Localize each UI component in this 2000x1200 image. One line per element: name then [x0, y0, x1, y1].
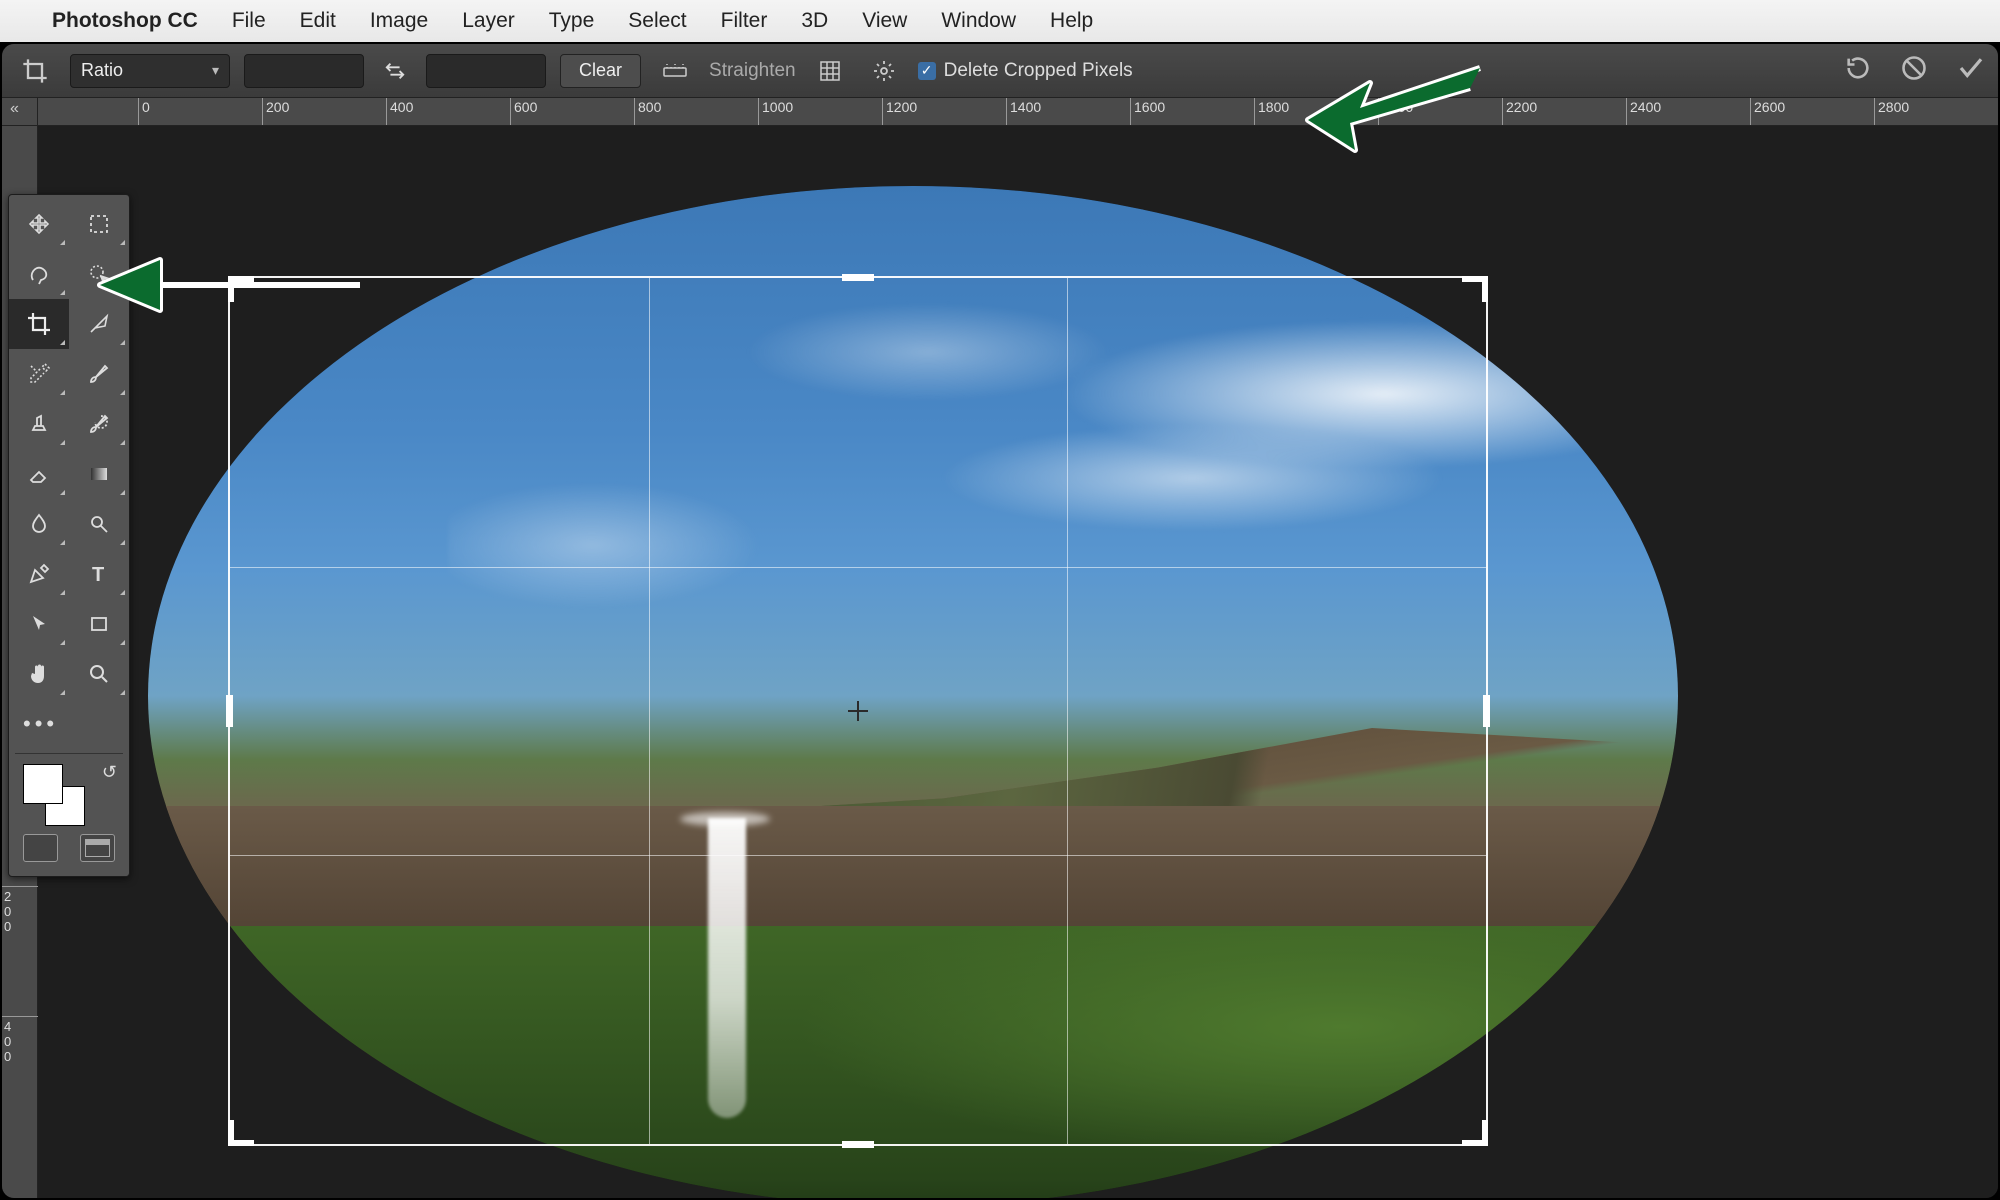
type-tool[interactable]: T	[69, 549, 129, 599]
ruler-origin[interactable]	[2, 98, 38, 126]
ruler-tick: 600	[510, 98, 537, 126]
gradient-tool[interactable]	[69, 449, 129, 499]
menu-layer[interactable]: Layer	[462, 9, 515, 33]
crop-handle-bl[interactable]	[228, 1120, 254, 1146]
annotation-arrow-delete-cropped	[1300, 48, 1490, 168]
screen-mode-button[interactable]	[80, 834, 115, 862]
crop-settings-icon[interactable]	[864, 51, 904, 91]
brush-tool[interactable]	[69, 349, 129, 399]
rectangle-tool[interactable]	[69, 599, 129, 649]
ruler-tick: 0	[138, 98, 150, 126]
aspect-ratio-select[interactable]: Ratio ▾	[70, 54, 230, 88]
ruler-tick: 1000	[758, 98, 793, 126]
ruler-tick: 1800	[1254, 98, 1289, 126]
clone-stamp-tool[interactable]	[9, 399, 69, 449]
ruler-tick: 400	[386, 98, 413, 126]
reset-crop-icon[interactable]	[1844, 54, 1872, 88]
ruler-tick: 1400	[1006, 98, 1041, 126]
menu-edit[interactable]: Edit	[300, 9, 336, 33]
menu-view[interactable]: View	[862, 9, 907, 33]
svg-text:T: T	[92, 564, 104, 586]
chevron-down-icon: ▾	[212, 62, 219, 79]
crop-handle-br[interactable]	[1462, 1120, 1488, 1146]
menu-help[interactable]: Help	[1050, 9, 1093, 33]
delete-cropped-label: Delete Cropped Pixels	[944, 60, 1133, 82]
ruler-tick: 2800	[1874, 98, 1909, 126]
ruler-tick: 400	[2, 1016, 38, 1064]
menu-file[interactable]: File	[232, 9, 266, 33]
path-select-tool[interactable]	[9, 599, 69, 649]
ruler-tick: 200	[2, 886, 38, 934]
ruler-tick: 2400	[1626, 98, 1661, 126]
swap-dimensions-button[interactable]	[378, 54, 412, 88]
pen-tool[interactable]	[9, 549, 69, 599]
cancel-crop-icon[interactable]	[1900, 54, 1928, 88]
menu-window[interactable]: Window	[941, 9, 1016, 33]
clear-button[interactable]: Clear	[560, 54, 641, 88]
overlay-grid-icon[interactable]	[810, 51, 850, 91]
quick-mask-button[interactable]	[23, 834, 58, 862]
eyedropper-tool[interactable]	[9, 349, 69, 399]
ruler-tick: 200	[262, 98, 289, 126]
delete-cropped-pixels-option[interactable]: ✓ Delete Cropped Pixels	[918, 60, 1133, 82]
app-name[interactable]: Photoshop CC	[52, 9, 198, 33]
crop-height-input[interactable]	[426, 54, 546, 88]
foreground-color[interactable]	[23, 764, 63, 804]
crop-handle-bottom[interactable]	[842, 1141, 874, 1148]
ruler-tick: 1600	[1130, 98, 1165, 126]
menu-3d[interactable]: 3D	[801, 9, 828, 33]
app-window: Ratio ▾ Clear Straighten ✓ Delete Croppe…	[0, 42, 2000, 1200]
menu-filter[interactable]: Filter	[721, 9, 768, 33]
ruler-tick: 2200	[1502, 98, 1537, 126]
straighten-label[interactable]: Straighten	[709, 60, 796, 82]
eraser-tool[interactable]	[9, 449, 69, 499]
aspect-ratio-label: Ratio	[81, 60, 123, 81]
menu-select[interactable]: Select	[628, 9, 686, 33]
crop-center-icon	[848, 701, 868, 721]
ruler-tick: 800	[634, 98, 661, 126]
straighten-icon[interactable]	[655, 51, 695, 91]
crop-tool[interactable]	[9, 299, 69, 349]
color-swatches[interactable]: ↺	[19, 762, 119, 826]
crop-bounding-box[interactable]	[228, 276, 1488, 1146]
lasso-tool[interactable]	[9, 249, 69, 299]
menu-image[interactable]: Image	[370, 9, 428, 33]
crop-handle-tr[interactable]	[1462, 276, 1488, 302]
crop-handle-left[interactable]	[226, 695, 233, 727]
ruler-tick: 2600	[1750, 98, 1785, 126]
horizontal-ruler[interactable]: 0200400600800100012001400160018002000220…	[38, 98, 1998, 126]
ruler-tick: 1200	[882, 98, 917, 126]
menu-type[interactable]: Type	[549, 9, 595, 33]
commit-crop-icon[interactable]	[1956, 53, 1986, 89]
history-brush-tool[interactable]	[69, 399, 129, 449]
dodge-tool[interactable]	[69, 499, 129, 549]
mac-menubar: Photoshop CC File Edit Image Layer Type …	[0, 0, 2000, 42]
crop-tool-preset-icon[interactable]	[14, 53, 56, 89]
swap-colors-icon[interactable]: ↺	[102, 762, 117, 783]
move-tool[interactable]	[9, 199, 69, 249]
blur-tool[interactable]	[9, 499, 69, 549]
annotation-arrow-crop-tool	[90, 230, 370, 340]
delete-cropped-checkbox[interactable]: ✓	[918, 62, 936, 80]
crop-handle-right[interactable]	[1483, 695, 1490, 727]
edit-toolbar-button[interactable]: •••	[9, 699, 129, 749]
crop-width-input[interactable]	[244, 54, 364, 88]
zoom-tool[interactable]	[69, 649, 129, 699]
crop-options-bar: Ratio ▾ Clear Straighten ✓ Delete Croppe…	[2, 44, 1998, 98]
crop-handle-top[interactable]	[842, 274, 874, 281]
hand-tool[interactable]	[9, 649, 69, 699]
